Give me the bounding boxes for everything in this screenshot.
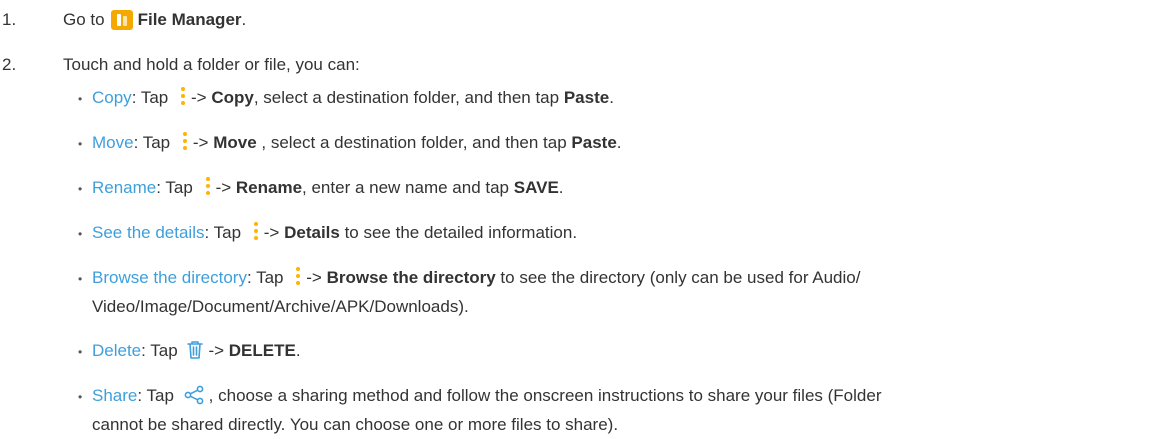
text: , choose a sharing method and follow the… [208,386,882,405]
trash-icon [187,341,204,359]
share-link[interactable]: Share [92,386,137,405]
step-1-suffix: . [241,10,247,29]
step-number: 2. [2,55,17,74]
bullet-dot: • [78,389,83,404]
bullet-dot: • [78,271,83,286]
arrow: -> [208,341,225,360]
bullet-dot: • [78,91,83,106]
bullet-dot: • [78,136,83,151]
share-icon [184,385,204,405]
arrow: -> [263,223,280,242]
step-number: 1. [2,10,17,29]
text: , enter a new name and tap [302,178,510,197]
delete-link[interactable]: Delete [92,341,141,360]
more-vertical-icon [292,265,304,287]
delete-label: DELETE [228,341,296,360]
arrow: -> [190,88,207,107]
bullet-dot: • [78,181,83,196]
bullet-details: • See the details: Tap -> Details to see … [78,219,1153,248]
bullet-move: • Move: Tap -> Move , select a destinatio… [78,129,1153,158]
file-manager-icon [110,10,133,30]
step-1-body: Go to File Manager . [63,10,246,30]
text: to see the directory (only can be used f… [500,268,861,287]
rename-link[interactable]: Rename [92,178,156,197]
bullet-rename: • Rename: Tap -> Rename, enter a new name… [78,174,1153,203]
text: : Tap [204,223,242,242]
bullet-browse: • Browse the directory: Tap -> Browse the… [78,264,1153,321]
bullet-copy: • Copy: Tap -> Copy, select a destination… [78,84,1153,113]
save-label: SAVE [513,178,559,197]
text: : Tap [141,341,178,360]
paste-label: Paste [571,133,617,152]
paste-label: Paste [563,88,610,107]
text: , select a destination folder, and then … [256,133,567,152]
text: . [558,178,564,197]
browse-label: Browse the directory [326,268,496,287]
file-manager-label: File Manager [137,10,242,29]
text: . [616,133,622,152]
more-vertical-icon [202,175,214,197]
more-vertical-icon [179,130,191,152]
step-1-prefix: Go to [63,10,105,29]
arrow: -> [192,133,209,152]
details-label: Details [284,223,340,242]
bullet-share: • Share: Tap , choose a sharing method an… [78,382,1153,439]
arrow: -> [215,178,232,197]
text: : Tap [137,386,174,405]
text: to see the detailed information. [344,223,578,242]
rename-label: Rename [235,178,303,197]
text: . [609,88,614,107]
bullet-dot: • [78,344,83,359]
move-link[interactable]: Move [92,133,134,152]
arrow: -> [306,268,322,287]
text: : Tap [246,268,284,287]
details-link[interactable]: See the details [92,223,204,242]
text: . [295,341,301,360]
text: : Tap [133,133,171,152]
text: : Tap [131,88,169,107]
more-vertical-icon [250,220,262,242]
move-label: Move [213,133,257,152]
text: , select a destination folder, and then … [253,88,560,107]
more-vertical-icon [177,85,189,107]
text-continued: cannot be shared directly. You can choos… [92,414,619,434]
copy-link[interactable]: Copy [92,88,132,107]
copy-label: Copy [211,88,254,107]
text-continued: Video/Image/Document/Archive/APK/Downloa… [92,296,469,316]
browse-link[interactable]: Browse the directory [92,268,247,287]
bullet-delete: • Delete: Tap -> DELETE. [78,337,1153,366]
bullet-dot: • [78,226,83,241]
text: : Tap [156,178,193,197]
step-2-text: Touch and hold a folder or file, you can… [63,55,360,74]
